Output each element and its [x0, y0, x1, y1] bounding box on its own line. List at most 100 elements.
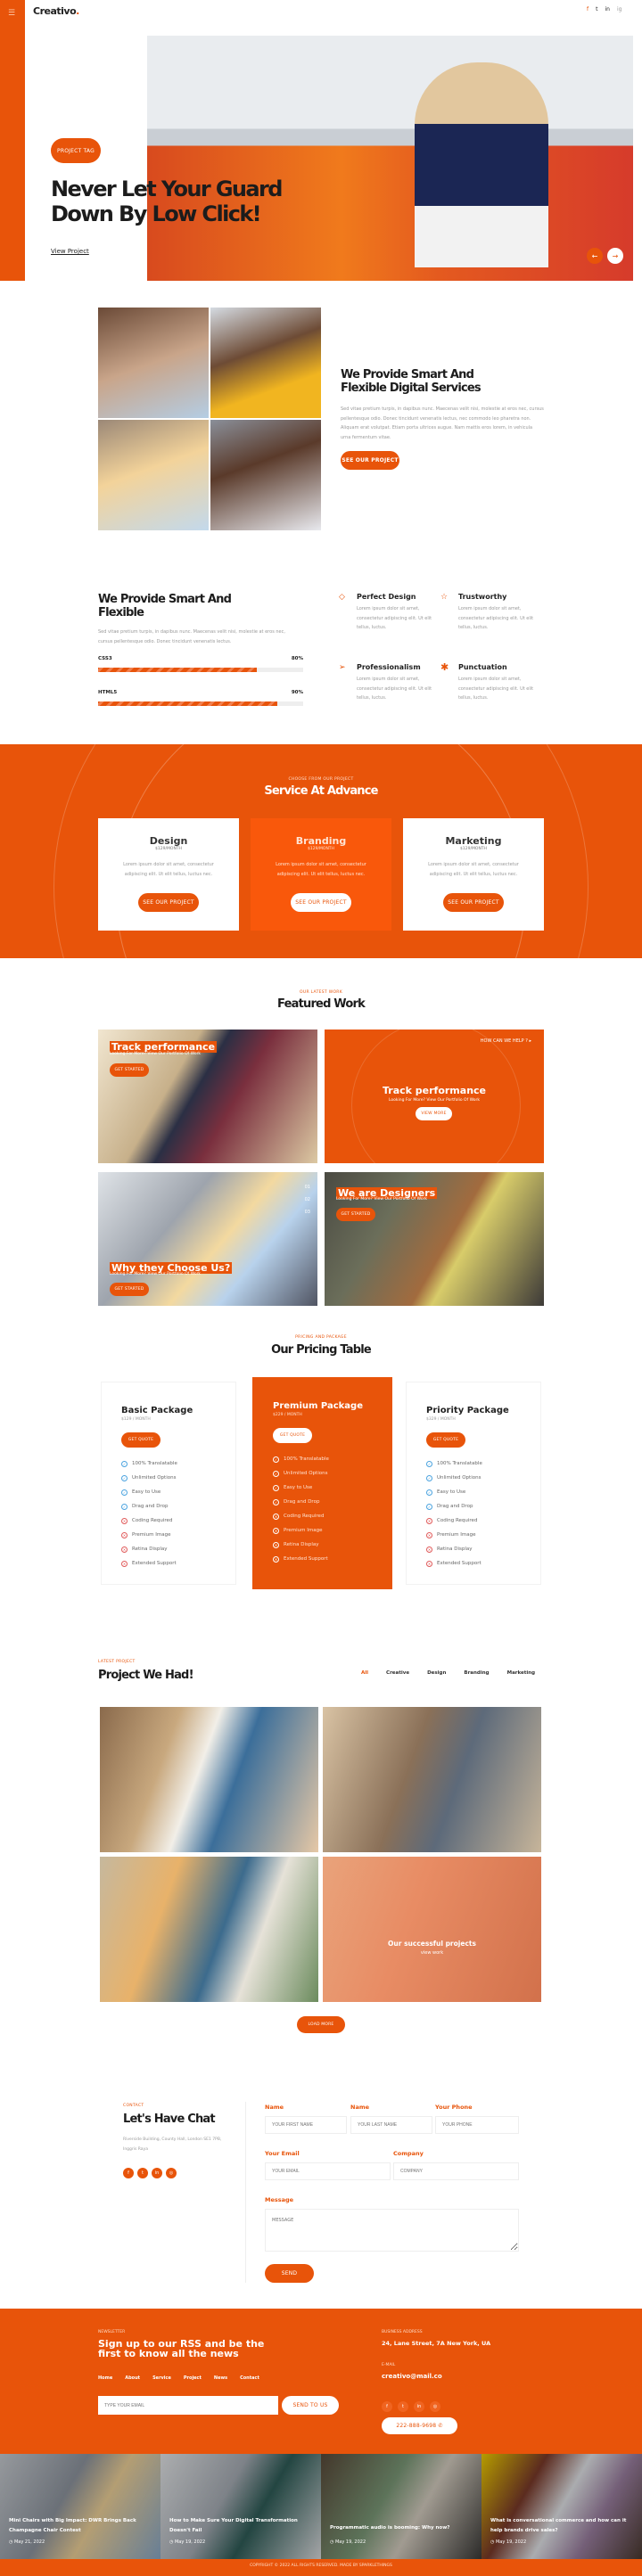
see-our-project-button[interactable]: SEE OUR PROJECT: [138, 893, 199, 912]
decor-circle: [351, 1030, 521, 1163]
send-button[interactable]: SEND: [265, 2264, 314, 2283]
work-card-1[interactable]: Track performance Looking For More? View…: [98, 1030, 317, 1163]
prev-slide-button[interactable]: ←: [587, 248, 603, 264]
get-started-button[interactable]: GET STARTED: [110, 1063, 149, 1077]
blog-date: ◷ May 21, 2022: [9, 2539, 45, 2545]
see-our-project-button[interactable]: SEE OUR PROJECT: [341, 451, 399, 470]
service-card-marketing: Marketing $129/MONTH Lorem ipsum dolor s…: [403, 818, 544, 931]
featured-title: Featured Work: [277, 997, 366, 1011]
business-email[interactable]: creativo@mail.co: [382, 2373, 442, 2380]
phone-button[interactable]: 222-888-9698 ✆: [382, 2417, 457, 2434]
play-icon: ▸: [529, 1038, 531, 1044]
nav-news[interactable]: News: [214, 2375, 227, 2381]
message-input[interactable]: [265, 2209, 519, 2252]
filter-all[interactable]: All: [361, 1670, 368, 1676]
see-our-project-button[interactable]: SEE OUR PROJECT: [443, 893, 504, 912]
skill-value: 90%: [291, 690, 303, 695]
hero-image: [147, 36, 633, 281]
blog-card[interactable]: Mini Chairs with Big Impact: DWR Brings …: [0, 2454, 160, 2559]
blog-card[interactable]: Programmatic audio is booming: Why now? ◷…: [321, 2454, 482, 2559]
field-label: Company: [393, 2150, 424, 2157]
plan-feature: ✕ Coding Required: [426, 1514, 540, 1528]
view-project-link[interactable]: View Project: [51, 248, 89, 255]
twitter-icon[interactable]: t: [596, 6, 597, 12]
instagram-icon[interactable]: ig: [617, 6, 621, 12]
next-slide-button[interactable]: →: [607, 248, 623, 264]
get-quote-button[interactable]: GET QUOTE: [273, 1428, 312, 1443]
project-image-3[interactable]: [100, 1857, 318, 2002]
get-quote-button[interactable]: GET QUOTE: [121, 1432, 160, 1448]
plan-feature: ✓ Drag and Drop: [426, 1499, 540, 1514]
project-tag[interactable]: PROJECT TAG: [51, 138, 101, 163]
facebook-icon[interactable]: f: [123, 2168, 134, 2178]
facebook-icon[interactable]: f: [587, 6, 588, 12]
help-link[interactable]: HOW CAN WE HELP ? ▸: [481, 1038, 531, 1044]
linkedin-icon[interactable]: in: [152, 2168, 162, 2178]
work-card-4[interactable]: We are Designers Looking For More? View …: [325, 1172, 544, 1306]
project-image-2[interactable]: [323, 1707, 541, 1852]
send-to-us-button[interactable]: SEND TO US: [282, 2396, 339, 2415]
first-name-input[interactable]: [265, 2116, 347, 2134]
get-started-button[interactable]: GET STARTED: [336, 1208, 375, 1221]
twitter-icon[interactable]: t: [137, 2168, 148, 2178]
pricing-label: PRICING AND PACKAGE: [295, 1335, 347, 1340]
plan-feature: ✓ Drag and Drop: [121, 1499, 235, 1514]
last-name-input[interactable]: [350, 2116, 432, 2134]
x-circle-icon: ✕: [426, 1531, 432, 1538]
woman-figure: [415, 62, 548, 267]
work-card-3[interactable]: 01 02 03 Why they Choose Us? Looking For M…: [98, 1172, 317, 1306]
work-subtitle: Looking For More? View Our Portfolio Of …: [388, 1098, 481, 1103]
blog-title[interactable]: Mini Chairs with Big Impact: DWR Brings …: [9, 2516, 152, 2536]
feature-title: Punctuation: [458, 663, 507, 671]
logo[interactable]: Creativo.: [33, 5, 79, 17]
filter-branding[interactable]: Branding: [464, 1670, 489, 1676]
email-input[interactable]: [265, 2162, 391, 2180]
logo-dot: .: [76, 5, 79, 17]
newsletter-email-input[interactable]: [98, 2396, 278, 2415]
filter-design[interactable]: Design: [427, 1670, 446, 1676]
twitter-icon[interactable]: t: [398, 2401, 408, 2412]
blog-title[interactable]: How to Make Sure Your Digital Transforma…: [169, 2516, 312, 2536]
view-more-button[interactable]: VIEW MORE: [416, 1107, 452, 1120]
filter-marketing[interactable]: Marketing: [507, 1670, 536, 1676]
facebook-icon[interactable]: f: [382, 2401, 392, 2412]
skill-progress-bar: [98, 701, 303, 706]
blog-card[interactable]: How to Make Sure Your Digital Transforma…: [160, 2454, 321, 2559]
filter-creative[interactable]: Creative: [386, 1670, 409, 1676]
project-filters: All Creative Design Branding Marketing: [361, 1670, 535, 1676]
linkedin-icon[interactable]: in: [414, 2401, 424, 2412]
check-circle-icon: ✓: [273, 1470, 279, 1477]
pager-item[interactable]: 01: [305, 1181, 310, 1194]
nav-project[interactable]: Project: [184, 2375, 202, 2381]
company-input[interactable]: [393, 2162, 519, 2180]
feature-text: Lorem ipsum dolor sit amet, consectetur …: [357, 606, 432, 630]
linkedin-icon[interactable]: in: [605, 6, 609, 12]
nav-about[interactable]: About: [125, 2375, 140, 2381]
phone-input[interactable]: [435, 2116, 519, 2134]
menu-icon[interactable]: ☰: [8, 9, 15, 18]
blog-date-text: May 19, 2022: [334, 2539, 366, 2545]
plan-feature-text: Premium Image: [437, 1532, 476, 1538]
get-started-button[interactable]: GET STARTED: [110, 1283, 149, 1296]
plan-feature: ✕ Premium Image: [273, 1523, 391, 1538]
blog-title[interactable]: What is conversational commerce and how …: [490, 2516, 633, 2536]
project-image-1[interactable]: [100, 1707, 318, 1852]
pager-item[interactable]: 02: [305, 1194, 310, 1206]
x-circle-icon: ✕: [273, 1513, 279, 1520]
project-image-4[interactable]: Our successful projects view work: [323, 1857, 541, 2002]
skill-progress-fill: [98, 701, 277, 706]
get-quote-button[interactable]: GET QUOTE: [426, 1432, 465, 1448]
instagram-icon[interactable]: ◎: [430, 2401, 440, 2412]
nav-home[interactable]: Home: [98, 2375, 112, 2381]
nav-contact[interactable]: Contact: [240, 2375, 259, 2381]
pager-item[interactable]: 03: [305, 1206, 310, 1218]
about-title: We Provide Smart And Flexible Digital Ser…: [341, 368, 482, 395]
instagram-icon[interactable]: ◎: [166, 2168, 177, 2178]
load-more-button[interactable]: LOAD MORE: [297, 2016, 345, 2033]
x-circle-icon: ✕: [121, 1517, 128, 1524]
project-overlay-link[interactable]: view work: [323, 1950, 541, 1956]
nav-service[interactable]: Service: [152, 2375, 171, 2381]
blog-title[interactable]: Programmatic audio is booming: Why now?: [330, 2523, 473, 2533]
blog-card[interactable]: What is conversational commerce and how …: [482, 2454, 642, 2559]
see-our-project-button[interactable]: SEE OUR PROJECT: [291, 893, 351, 912]
